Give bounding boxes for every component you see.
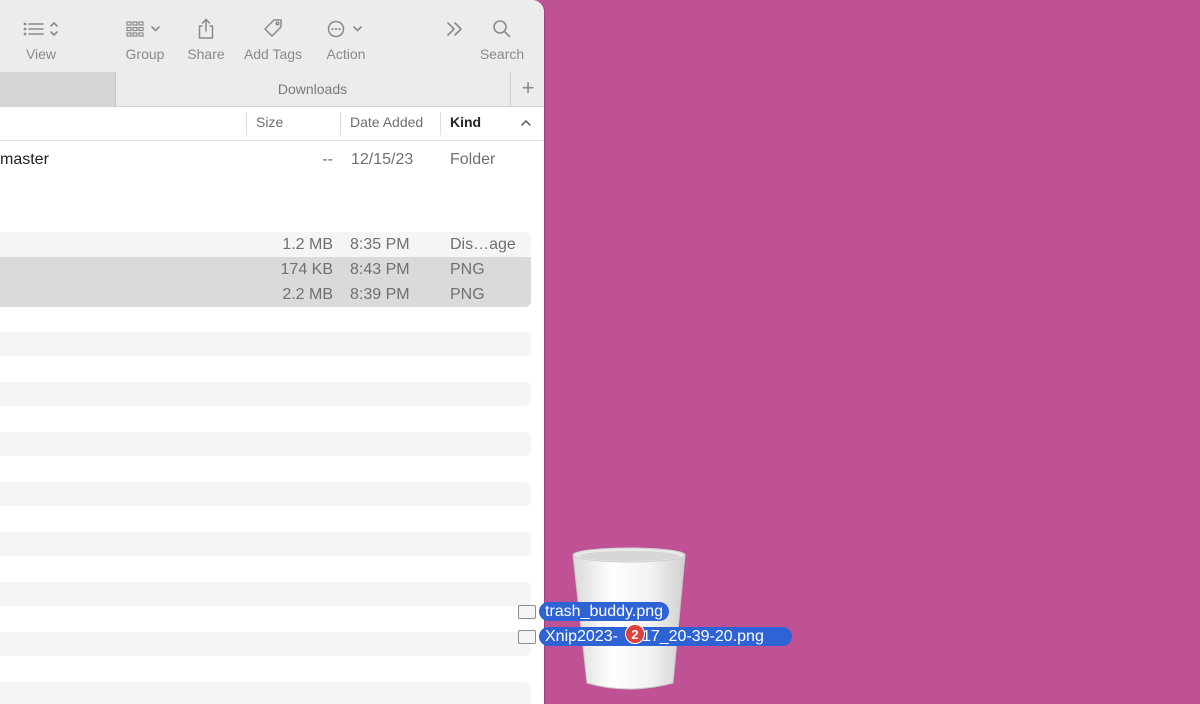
column-separator [340,112,341,135]
empty-row-stripe [0,432,531,456]
action-button[interactable]: Action [322,14,370,62]
empty-row-stripe [0,582,531,606]
share-button[interactable]: Share [184,14,228,62]
add-tags-button[interactable]: Add Tags [242,14,304,62]
empty-row-stripe [0,532,531,556]
list-view-icon [16,14,66,44]
column-header-date-added[interactable]: Date Added [350,107,423,137]
double-chevron-right-icon [440,14,470,44]
row-size: -- [322,151,333,168]
table-row-selected[interactable]: 2.2 MB 8:39 PM PNG [0,282,531,307]
new-tab-button[interactable]: + [510,72,544,106]
grid-group-icon [122,14,168,44]
row-date: 8:35 PM [350,236,410,253]
empty-row-stripe [0,682,531,704]
drag-item-label: Xnip2023- 17_20-39-20.png [539,627,792,646]
row-kind: PNG [450,286,485,303]
image-file-icon [518,605,536,619]
row-kind: Dis…age [450,236,516,253]
row-size: 2.2 MB [282,286,333,303]
image-file-icon [518,630,536,644]
empty-row-stripe [0,382,531,406]
empty-row-stripe [0,482,531,506]
row-size: 1.2 MB [282,236,333,253]
row-date: 8:43 PM [350,261,410,278]
row-size: 174 KB [280,261,333,278]
drag-item-label: trash_buddy.png [539,602,670,621]
view-button[interactable]: View [16,14,66,62]
table-row[interactable]: 1.2 MB 8:35 PM Dis…age [0,232,531,257]
finder-window: View Group Share Add Tags Action Search … [0,0,544,704]
column-header-bar: Size Date Added Kind [0,107,544,141]
row-date: 12/15/23 [351,151,414,168]
toolbar: View Group Share Add Tags Action Search [0,0,544,72]
column-separator [246,112,247,135]
drag-count-badge: 2 [625,624,645,644]
tab-inactive[interactable] [0,72,116,106]
drag-item[interactable]: trash_buddy.png [518,602,688,621]
group-button[interactable]: Group [122,14,168,62]
row-kind: PNG [450,261,485,278]
more-options-icon [322,14,370,44]
sort-chevron-up-icon[interactable] [520,107,532,147]
tag-icon [242,14,304,44]
table-row[interactable]: master -- 12/15/23 Folder [0,147,531,172]
column-header-kind[interactable]: Kind [450,107,481,137]
table-row-selected[interactable]: 174 KB 8:43 PM PNG [0,257,531,282]
row-date: 8:39 PM [350,286,410,303]
share-icon [184,14,228,44]
toolbar-overflow-button[interactable] [440,14,470,44]
search-icon [478,14,526,44]
tab-downloads[interactable]: Downloads [116,72,509,106]
empty-row-stripe [0,332,531,356]
tab-bar: Downloads + [0,72,544,107]
column-header-size[interactable]: Size [256,107,283,137]
search-button[interactable]: Search [478,14,526,62]
drag-item[interactable]: Xnip2023- 17_20-39-20.png [518,627,798,646]
row-name: master [0,151,49,168]
empty-row-stripe [0,632,531,656]
column-separator [440,112,441,135]
row-kind: Folder [450,151,496,168]
